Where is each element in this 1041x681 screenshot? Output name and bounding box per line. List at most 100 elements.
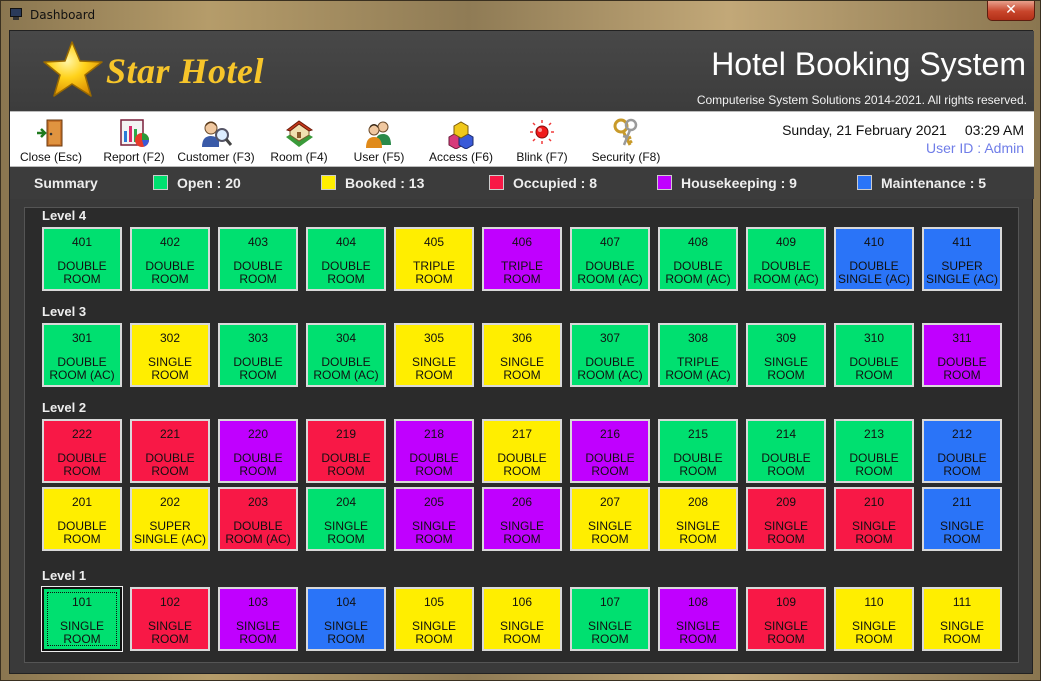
room-number: 101: [71, 595, 93, 609]
open-swatch: [153, 175, 168, 190]
room-219[interactable]: 219 DOUBLE ROOM: [306, 419, 386, 483]
room-type: DOUBLE ROOM (AC): [577, 259, 643, 286]
room-406[interactable]: 406 TRIPLE ROOM: [482, 227, 562, 291]
room-401[interactable]: 401 DOUBLE ROOM: [42, 227, 122, 291]
room-number: 310: [863, 331, 885, 345]
room-301[interactable]: 301 DOUBLE ROOM (AC): [42, 323, 122, 387]
room-203[interactable]: 203 DOUBLE ROOM (AC): [218, 487, 298, 551]
room-309[interactable]: 309 SINGLE ROOM: [746, 323, 826, 387]
room-111[interactable]: 111 SINGLE ROOM: [922, 587, 1002, 651]
title-bar[interactable]: Dashboard ✕: [1, 1, 1040, 29]
room-213[interactable]: 213 DOUBLE ROOM: [834, 419, 914, 483]
room-type: TRIPLE ROOM (AC): [665, 355, 731, 382]
room-107[interactable]: 107 SINGLE ROOM: [570, 587, 650, 651]
room-103[interactable]: 103 SINGLE ROOM: [218, 587, 298, 651]
access-button[interactable]: Access (F6): [428, 114, 494, 166]
app-header: Star Hotel Hotel Booking System Computer…: [10, 31, 1034, 111]
room-217[interactable]: 217 DOUBLE ROOM: [482, 419, 562, 483]
room-number: 308: [687, 331, 709, 345]
room-number: 307: [599, 331, 621, 345]
room-310[interactable]: 310 DOUBLE ROOM: [834, 323, 914, 387]
room-type: TRIPLE ROOM: [412, 259, 455, 286]
room-304[interactable]: 304 DOUBLE ROOM (AC): [306, 323, 386, 387]
room-211[interactable]: 211 SINGLE ROOM: [922, 487, 1002, 551]
room-type: DOUBLE ROOM (AC): [225, 519, 291, 546]
room-205[interactable]: 205 SINGLE ROOM: [394, 487, 474, 551]
room-number: 216: [599, 427, 621, 441]
room-218[interactable]: 218 DOUBLE ROOM: [394, 419, 474, 483]
room-number: 215: [687, 427, 709, 441]
customer-button[interactable]: Customer (F3): [176, 114, 256, 166]
room-101[interactable]: 101 SINGLE ROOM: [41, 586, 123, 652]
room-106[interactable]: 106 SINGLE ROOM: [482, 587, 562, 651]
room-306[interactable]: 306 SINGLE ROOM: [482, 323, 562, 387]
room-202[interactable]: 202 SUPER SINGLE (AC): [130, 487, 210, 551]
room-208[interactable]: 208 SINGLE ROOM: [658, 487, 738, 551]
room-303[interactable]: 303 DOUBLE ROOM: [218, 323, 298, 387]
room-215[interactable]: 215 DOUBLE ROOM: [658, 419, 738, 483]
room-209[interactable]: 209 SINGLE ROOM: [746, 487, 826, 551]
room-type: SINGLE ROOM: [323, 619, 368, 646]
room-108[interactable]: 108 SINGLE ROOM: [658, 587, 738, 651]
room-307[interactable]: 307 DOUBLE ROOM (AC): [570, 323, 650, 387]
room-type: TRIPLE ROOM: [500, 259, 543, 286]
user-button[interactable]: User (F5): [348, 114, 410, 166]
room-109[interactable]: 109 SINGLE ROOM: [746, 587, 826, 651]
room-207[interactable]: 207 SINGLE ROOM: [570, 487, 650, 551]
security-button[interactable]: Security (F8): [588, 114, 664, 166]
room-408[interactable]: 408 DOUBLE ROOM (AC): [658, 227, 738, 291]
room-305[interactable]: 305 SINGLE ROOM: [394, 323, 474, 387]
room-403[interactable]: 403 DOUBLE ROOM: [218, 227, 298, 291]
room-type: DOUBLE ROOM: [57, 451, 107, 478]
room-210[interactable]: 210 SINGLE ROOM: [834, 487, 914, 551]
room-type: SINGLE ROOM: [939, 619, 984, 646]
room-type: SINGLE ROOM: [499, 619, 544, 646]
room-number: 222: [71, 427, 93, 441]
room-221[interactable]: 221 DOUBLE ROOM: [130, 419, 210, 483]
blink-button[interactable]: Blink (F7): [510, 114, 574, 166]
room-number: 104: [335, 595, 357, 609]
room-216[interactable]: 216 DOUBLE ROOM: [570, 419, 650, 483]
room-407[interactable]: 407 DOUBLE ROOM (AC): [570, 227, 650, 291]
room-number: 202: [159, 495, 181, 509]
room-number: 411: [952, 235, 972, 249]
room-type: SINGLE ROOM: [411, 619, 456, 646]
room-411[interactable]: 411 SUPER SINGLE (AC): [922, 227, 1002, 291]
report-button[interactable]: Report (F2): [101, 114, 167, 166]
room-402[interactable]: 402 DOUBLE ROOM: [130, 227, 210, 291]
room-206[interactable]: 206 SINGLE ROOM: [482, 487, 562, 551]
room-201[interactable]: 201 DOUBLE ROOM: [42, 487, 122, 551]
room-button[interactable]: Room (F4): [266, 114, 332, 166]
room-410[interactable]: 410 DOUBLE SINGLE (AC): [834, 227, 914, 291]
room-type: SINGLE ROOM: [763, 519, 808, 546]
close-button[interactable]: Close (Esc): [18, 114, 84, 166]
room-type: DOUBLE ROOM: [321, 259, 371, 286]
room-308[interactable]: 308 TRIPLE ROOM (AC): [658, 323, 738, 387]
room-type: SINGLE ROOM: [323, 519, 368, 546]
room-number: 405: [423, 235, 445, 249]
room-number: 403: [247, 235, 269, 249]
room-405[interactable]: 405 TRIPLE ROOM: [394, 227, 474, 291]
room-409[interactable]: 409 DOUBLE ROOM (AC): [746, 227, 826, 291]
room-311[interactable]: 311 DOUBLE ROOM: [922, 323, 1002, 387]
room-number: 409: [775, 235, 797, 249]
room-104[interactable]: 104 SINGLE ROOM: [306, 587, 386, 651]
room-302[interactable]: 302 SINGLE ROOM: [130, 323, 210, 387]
window-close-button[interactable]: ✕: [987, 1, 1035, 21]
room-220[interactable]: 220 DOUBLE ROOM: [218, 419, 298, 483]
room-102[interactable]: 102 SINGLE ROOM: [130, 587, 210, 651]
room-type: DOUBLE ROOM: [321, 451, 371, 478]
room-number: 110: [864, 595, 884, 609]
room-type: SINGLE ROOM: [675, 519, 720, 546]
room-number: 304: [335, 331, 357, 345]
room-214[interactable]: 214 DOUBLE ROOM: [746, 419, 826, 483]
room-110[interactable]: 110 SINGLE ROOM: [834, 587, 914, 651]
room-204[interactable]: 204 SINGLE ROOM: [306, 487, 386, 551]
room-type: SINGLE ROOM: [763, 355, 808, 382]
room-212[interactable]: 212 DOUBLE ROOM: [922, 419, 1002, 483]
room-222[interactable]: 222 DOUBLE ROOM: [42, 419, 122, 483]
room-number: 410: [863, 235, 885, 249]
room-105[interactable]: 105 SINGLE ROOM: [394, 587, 474, 651]
summary-booked: Booked : 13: [321, 175, 424, 191]
room-404[interactable]: 404 DOUBLE ROOM: [306, 227, 386, 291]
